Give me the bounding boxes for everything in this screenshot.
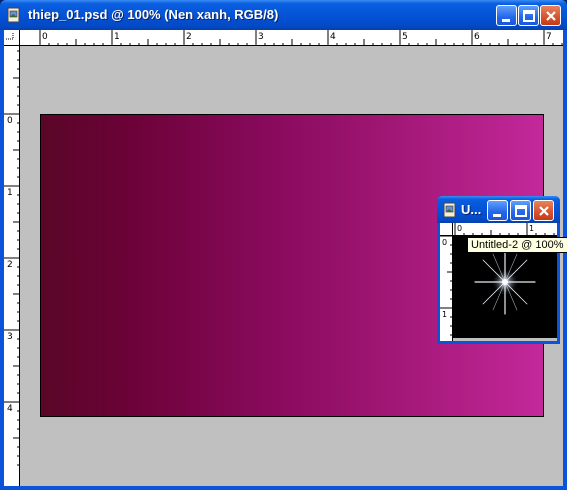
window-title: thiep_01.psd @ 100% (Nen xanh, RGB/8): [28, 7, 279, 22]
minimize-button[interactable]: [487, 200, 508, 221]
maximize-button[interactable]: [518, 5, 539, 26]
ruler-label: 3: [7, 332, 13, 342]
horizontal-ruler[interactable]: 0 1 2 3 4 5 6 7: [20, 30, 563, 46]
document-tooltip: Untitled-2 @ 100% (: [467, 237, 567, 253]
close-icon: [539, 206, 549, 216]
photoshop-document-icon: [6, 7, 22, 23]
ruler-label: 3: [258, 32, 264, 42]
main-titlebar[interactable]: thiep_01.psd @ 100% (Nen xanh, RGB/8): [0, 0, 567, 30]
maximize-icon: [515, 205, 527, 217]
photoshop-document-icon: [442, 202, 458, 223]
ruler-label: 1: [7, 188, 13, 198]
untitled-2-window[interactable]: U... 01 01: [437, 196, 560, 344]
ruler-label: 0: [457, 224, 462, 233]
ruler-label: 6: [474, 32, 480, 42]
minimize-icon: [493, 214, 501, 217]
untitled-2-titlebar[interactable]: U...: [437, 196, 560, 223]
minimize-icon: [502, 19, 510, 22]
vertical-ruler[interactable]: 01: [440, 236, 453, 341]
close-icon: [546, 11, 556, 21]
ruler-label: 2: [186, 32, 192, 42]
close-button[interactable]: [533, 200, 554, 221]
ruler-label: 7: [546, 32, 552, 42]
ruler-label: 4: [7, 404, 13, 414]
maximize-button[interactable]: [510, 200, 531, 221]
ruler-label: 0: [442, 238, 447, 247]
ruler-label: 0: [42, 32, 48, 42]
window-title: U...: [461, 202, 482, 217]
ruler-label: 5: [402, 32, 408, 42]
ruler-origin-corner[interactable]: [440, 223, 453, 236]
ruler-label: 1: [114, 32, 120, 42]
ruler-origin-corner[interactable]: [4, 30, 20, 46]
minimize-button[interactable]: [496, 5, 517, 26]
maximize-icon: [523, 10, 535, 22]
ruler-label: 2: [7, 260, 13, 270]
horizontal-ruler[interactable]: 01: [453, 223, 557, 236]
ruler-label: 1: [442, 310, 447, 319]
ruler-label: 0: [7, 116, 13, 126]
ruler-label: 4: [330, 32, 336, 42]
close-button[interactable]: [540, 5, 561, 26]
ruler-label: 1: [529, 224, 534, 233]
vertical-ruler[interactable]: 0 1 2 3 4: [4, 46, 20, 486]
